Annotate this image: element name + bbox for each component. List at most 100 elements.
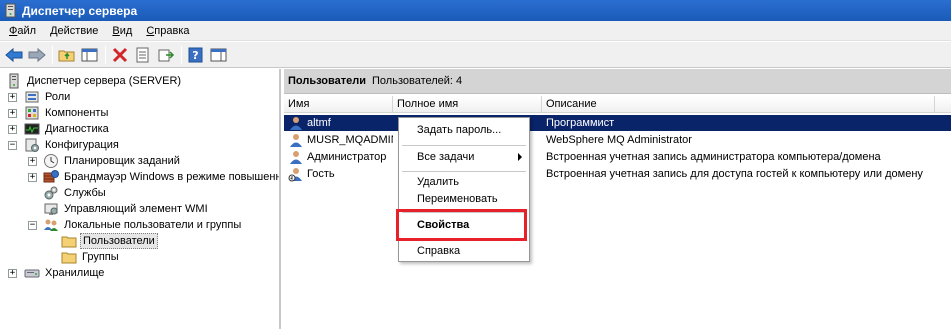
tree-item-wmi[interactable]: Управляющий элемент WMI — [43, 201, 210, 217]
menu-separator — [402, 145, 526, 146]
menu-item-rename[interactable]: Переименовать — [399, 190, 529, 208]
server-manager-icon — [6, 73, 22, 89]
table-row[interactable]: Гость Встроенная учетная запись для дост… — [284, 166, 951, 182]
delete-icon[interactable] — [109, 44, 131, 66]
menu-view[interactable]: Вид — [105, 25, 139, 37]
clock-icon — [43, 153, 59, 169]
expand-button[interactable]: + — [8, 269, 17, 278]
features-icon — [24, 105, 40, 121]
tree-item-users[interactable]: Пользователи — [61, 233, 158, 249]
tree-item-storage[interactable]: Хранилище — [24, 265, 106, 281]
tree-label-task-scheduler: Планировщик заданий — [64, 155, 180, 167]
results-pane-header: Пользователи Пользователей: 4 — [284, 69, 951, 94]
menu-file[interactable]: Файл — [2, 25, 43, 37]
user-description: Встроенная учетная запись для доступа го… — [546, 168, 923, 180]
tree-label-firewall: Брандмауэр Windows в режиме повышенн — [64, 171, 281, 183]
results-pane-title: Пользователи — [288, 75, 367, 87]
tree-item-local-users[interactable]: Локальные пользователи и группы — [43, 217, 243, 233]
toolbar: ? — [0, 42, 951, 68]
roles-icon — [24, 89, 40, 105]
expand-button[interactable]: + — [8, 93, 17, 102]
tree-label-root: Диспетчер сервера (SERVER) — [27, 75, 182, 87]
tree-label-configuration: Конфигурация — [45, 139, 119, 151]
table-row[interactable]: altmf Программист — [284, 115, 951, 131]
column-header-name[interactable]: Имя — [284, 96, 393, 113]
column-header-description[interactable]: Описание — [542, 96, 935, 113]
expand-button[interactable]: + — [28, 173, 37, 182]
expand-button[interactable]: + — [8, 109, 17, 118]
title-bar: Диспетчер сервера — [0, 0, 951, 21]
user-description: Встроенная учетная запись администратора… — [546, 151, 881, 163]
menu-item-delete[interactable]: Удалить — [399, 173, 529, 191]
properties-icon[interactable] — [132, 44, 154, 66]
user-description: Программист — [546, 117, 615, 129]
firewall-icon — [43, 169, 59, 185]
table-row[interactable]: Администратор Встроенная учетная запись … — [284, 149, 951, 165]
forward-icon[interactable] — [26, 44, 48, 66]
wmi-icon — [43, 201, 59, 217]
tree-item-configuration[interactable]: Конфигурация — [24, 137, 121, 153]
user-description: WebSphere MQ Administrator — [546, 134, 692, 146]
user-name: Гость — [307, 168, 335, 180]
action-pane-icon[interactable] — [208, 44, 230, 66]
tree-item-services[interactable]: Службы — [43, 185, 108, 201]
expand-button[interactable]: + — [8, 125, 17, 134]
tree-label-services: Службы — [64, 187, 106, 199]
table-row[interactable]: MUSR_MQADMIN WebSphere MQ Administrator — [284, 132, 951, 148]
window-title: Диспетчер сервера — [22, 3, 138, 18]
menu-help[interactable]: Справка — [139, 25, 196, 37]
user-icon — [288, 149, 304, 165]
toolbar-separator — [52, 45, 53, 64]
server-manager-icon — [3, 3, 18, 18]
menu-item-all-tasks-label: Все задачи — [417, 151, 475, 163]
up-folder-icon[interactable] — [56, 44, 78, 66]
collapse-button[interactable]: − — [28, 221, 37, 230]
tree-item-firewall[interactable]: Брандмауэр Windows в режиме повышенн — [43, 169, 281, 185]
configuration-icon — [24, 137, 40, 153]
column-headers: Имя Полное имя Описание — [284, 96, 951, 113]
user-icon — [288, 115, 304, 131]
diagnostics-icon — [24, 121, 40, 137]
column-header-full-name[interactable]: Полное имя — [393, 96, 542, 113]
tree-label-features: Компоненты — [45, 107, 109, 119]
disabled-user-icon — [288, 166, 304, 182]
menu-item-all-tasks[interactable]: Все задачи — [399, 148, 529, 166]
menu-item-set-password[interactable]: Задать пароль... — [399, 121, 529, 139]
show-hide-tree-icon[interactable] — [79, 44, 101, 66]
users-group-icon — [43, 217, 59, 233]
tree-label-storage: Хранилище — [45, 267, 105, 279]
tree-item-root[interactable]: Диспетчер сервера (SERVER) — [6, 73, 183, 89]
tree-item-groups[interactable]: Группы — [61, 249, 121, 265]
tree-label-users: Пользователи — [80, 233, 158, 249]
properties-highlight — [396, 209, 527, 241]
help-icon[interactable]: ? — [185, 44, 207, 66]
collapse-button[interactable]: − — [8, 141, 17, 150]
menu-bar: Файл Действие Вид Справка — [0, 21, 951, 41]
user-icon — [288, 132, 304, 148]
back-icon[interactable] — [3, 44, 25, 66]
menu-item-help[interactable]: Справка — [399, 242, 529, 260]
toolbar-separator — [181, 45, 182, 64]
tree-item-diagnostics[interactable]: Диагностика — [24, 121, 111, 137]
menu-separator — [402, 171, 526, 172]
menu-action[interactable]: Действие — [43, 25, 105, 37]
storage-icon — [24, 265, 40, 281]
services-gear-icon — [43, 185, 59, 201]
expand-button[interactable]: + — [28, 157, 37, 166]
console-tree: Диспетчер сервера (SERVER) + Роли + Комп… — [0, 69, 281, 329]
tree-label-local-users: Локальные пользователи и группы — [64, 219, 242, 231]
results-pane: Пользователи Пользователей: 4 Имя Полное… — [284, 69, 951, 329]
folder-icon — [61, 233, 77, 249]
user-name: Администратор — [307, 151, 387, 163]
tree-label-groups: Группы — [82, 251, 119, 263]
user-name: altmf — [307, 117, 331, 129]
tree-item-roles[interactable]: Роли — [24, 89, 72, 105]
svg-text:?: ? — [192, 49, 198, 62]
tree-label-diagnostics: Диагностика — [45, 123, 109, 135]
export-icon[interactable] — [155, 44, 177, 66]
tree-item-features[interactable]: Компоненты — [24, 105, 110, 121]
tree-label-wmi: Управляющий элемент WMI — [64, 203, 208, 215]
user-count: Пользователей: 4 — [372, 75, 463, 87]
toolbar-separator — [105, 45, 106, 64]
tree-item-task-scheduler[interactable]: Планировщик заданий — [43, 153, 182, 169]
